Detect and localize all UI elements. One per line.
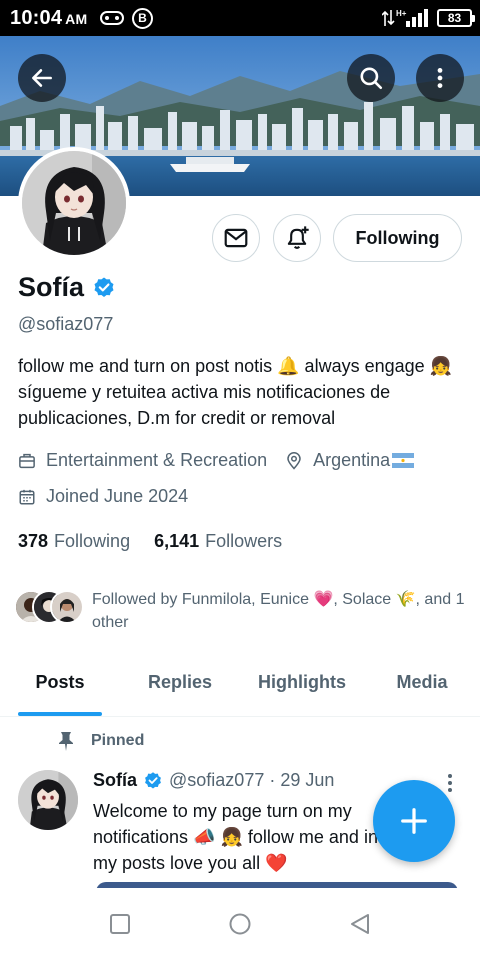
briefcase-icon <box>19 453 35 468</box>
search-button[interactable] <box>347 54 395 102</box>
verified-badge-icon[interactable] <box>92 276 116 300</box>
following-button[interactable]: Following <box>333 214 462 262</box>
argentina-flag-icon <box>392 453 415 468</box>
post-author-avatar[interactable] <box>18 770 78 830</box>
status-bar: 10:04 AM B H+ 83 <box>0 0 480 36</box>
following-count-link[interactable]: 378 Following <box>18 531 130 552</box>
more-vertical-icon <box>437 68 443 88</box>
plus-icon <box>401 808 427 834</box>
followed-by-text: Followed by Funmilola, Eunice 💗, Solace … <box>92 591 465 631</box>
meta-row-category-location: Entertainment & Recreation Argentina <box>18 450 424 471</box>
recents-square-icon[interactable] <box>108 912 132 936</box>
tab-label: Media <box>396 672 448 692</box>
tab-posts[interactable]: Posts <box>0 660 120 717</box>
following-label: Following <box>54 531 131 551</box>
home-circle-icon[interactable] <box>228 912 252 936</box>
post-date: 29 Jun <box>280 770 335 790</box>
network-type: H+ <box>396 9 407 18</box>
search-icon <box>360 67 383 90</box>
profile-joined: Joined June 2024 <box>46 486 189 506</box>
status-ampm: AM <box>65 11 88 27</box>
pinned-label: Pinned <box>91 732 145 749</box>
tab-active-indicator <box>18 712 102 716</box>
tab-replies[interactable]: Replies <box>120 660 240 717</box>
status-time: 10:04 AM <box>10 7 88 29</box>
tab-highlights[interactable]: Highlights <box>240 660 364 717</box>
post-author-name[interactable]: Sofía <box>93 770 137 791</box>
calendar-icon <box>19 489 35 504</box>
display-name: Sofía <box>18 272 85 302</box>
post-header: Sofía @sofiaz077 · 29 Jun <box>93 770 334 791</box>
profile-location: Argentina <box>313 450 391 470</box>
location-pin-icon <box>287 451 301 470</box>
follower-avatar <box>50 590 84 624</box>
compose-button[interactable] <box>373 780 455 862</box>
name-row: Sofía <box>18 272 116 303</box>
profile-category: Entertainment & Recreation <box>46 450 268 470</box>
profile-tabs: Posts Replies Highlights Media <box>0 660 480 717</box>
tab-label: Posts <box>35 672 85 692</box>
followed-by-row[interactable]: Followed by Funmilola, Eunice 💗, Solace … <box>14 588 474 634</box>
system-navigation-bar <box>0 888 480 960</box>
b-status-icon: B <box>132 8 153 29</box>
back-triangle-icon[interactable] <box>348 912 372 936</box>
profile-avatar[interactable] <box>18 147 130 259</box>
post-separator: · <box>269 770 276 790</box>
gamepad-icon <box>100 11 124 25</box>
tab-label: Highlights <box>258 672 346 692</box>
follow-counts: 378 Following 6,141 Followers <box>18 531 282 552</box>
more-options-button[interactable] <box>416 54 464 102</box>
envelope-icon <box>224 228 248 248</box>
followers-label: Followers <box>205 531 283 551</box>
post-author-handle: @sofiaz077 <box>169 770 265 790</box>
bell-plus-icon <box>287 226 309 249</box>
battery-icon: 83 <box>437 9 475 27</box>
pinned-indicator: Pinned <box>58 731 144 751</box>
following-count: 378 <box>18 531 49 551</box>
pin-icon <box>59 732 73 751</box>
signal-icon: H+ <box>382 9 428 27</box>
back-button[interactable] <box>18 54 66 102</box>
tab-label: Replies <box>147 672 213 692</box>
followers-count: 6,141 <box>154 531 200 551</box>
followed-by-avatars <box>14 588 86 626</box>
followers-count-link[interactable]: 6,141 Followers <box>154 531 282 552</box>
tab-media[interactable]: Media <box>364 660 480 717</box>
message-button[interactable] <box>212 214 260 262</box>
meta-row-joined: Joined June 2024 <box>18 486 188 507</box>
post-text: Welcome to my page turn on my notificati… <box>93 801 378 873</box>
profile-bio: follow me and turn on post notis 🔔 alway… <box>18 356 453 428</box>
arrow-left-icon <box>32 69 52 87</box>
notifications-button[interactable] <box>273 214 321 262</box>
verified-badge-icon <box>145 771 161 788</box>
profile-handle: @sofiaz077 <box>18 314 114 334</box>
